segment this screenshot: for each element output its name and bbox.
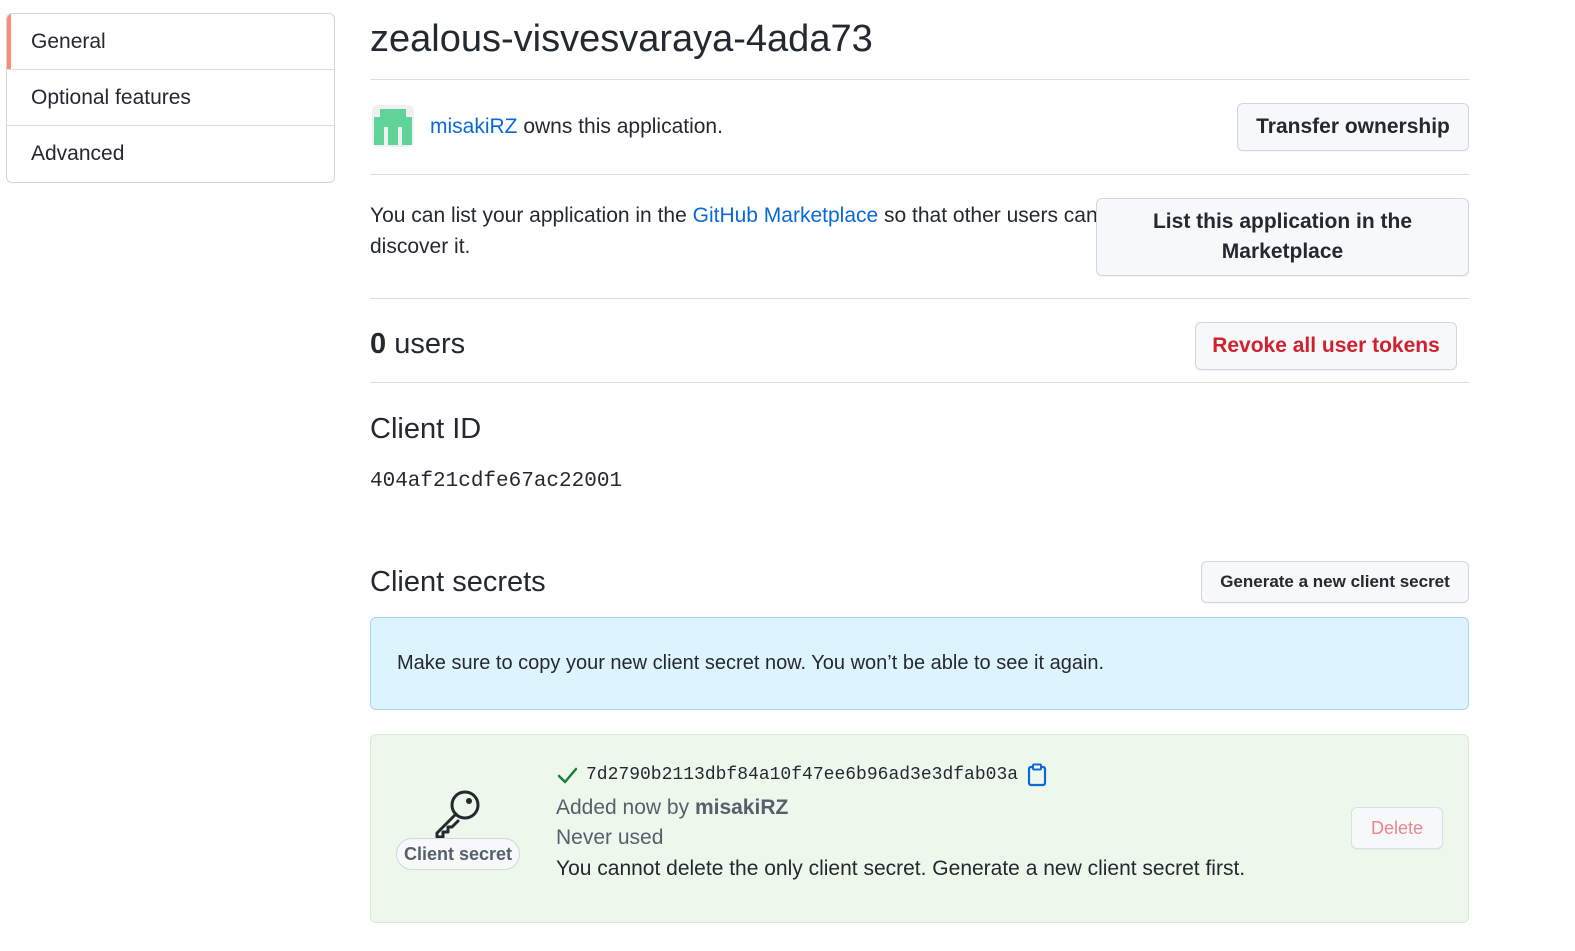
list-in-marketplace-button[interactable]: List this application in the Marketplace bbox=[1096, 198, 1469, 276]
transfer-ownership-button[interactable]: Transfer ownership bbox=[1237, 103, 1469, 151]
marketplace-description: You can list your application in the Git… bbox=[370, 200, 1100, 262]
owner-statement: misakiRZ owns this application. bbox=[430, 115, 723, 139]
owner-section: misakiRZ owns this application. Transfer… bbox=[370, 103, 1469, 153]
key-icon bbox=[435, 790, 480, 839]
client-id-value: 404af21cdfe67ac22001 bbox=[370, 470, 623, 493]
users-count: 0 users bbox=[370, 328, 465, 361]
github-marketplace-link[interactable]: GitHub Marketplace bbox=[693, 204, 879, 227]
client-id-heading: Client ID bbox=[370, 413, 482, 445]
sidebar-item-general[interactable]: General bbox=[7, 14, 334, 70]
sidebar-item-optional-features[interactable]: Optional features bbox=[7, 70, 334, 126]
settings-sidebar: General Optional features Advanced bbox=[6, 13, 335, 183]
client-secret-item: Client secret 7d2790b2113dbf84a10f47ee6b… bbox=[370, 734, 1469, 923]
sidebar-item-label: Advanced bbox=[31, 142, 125, 165]
users-count-label: users bbox=[386, 328, 466, 360]
check-icon bbox=[557, 767, 578, 784]
client-secret-badge: Client secret bbox=[396, 838, 520, 870]
added-prefix: Added now by bbox=[556, 796, 695, 819]
sidebar-item-label: General bbox=[31, 29, 106, 53]
generate-client-secret-button[interactable]: Generate a new client secret bbox=[1201, 561, 1469, 603]
secret-added-info: Added now by misakiRZ bbox=[556, 796, 788, 820]
client-secret-value: 7d2790b2113dbf84a10f47ee6b96ad3e3dfab03a bbox=[586, 765, 1019, 785]
owner-username-link[interactable]: misakiRZ bbox=[430, 115, 518, 138]
sidebar-item-advanced[interactable]: Advanced bbox=[7, 126, 334, 182]
divider bbox=[370, 79, 1469, 80]
marketplace-text-before: You can list your application in the bbox=[370, 204, 693, 227]
secret-value-row: 7d2790b2113dbf84a10f47ee6b96ad3e3dfab03a bbox=[556, 763, 1048, 787]
flash-message: Make sure to copy your new client secret… bbox=[397, 652, 1105, 674]
delete-secret-button[interactable]: Delete bbox=[1351, 807, 1443, 849]
users-count-number: 0 bbox=[370, 328, 387, 360]
secret-usage: Never used bbox=[556, 826, 664, 849]
sidebar-item-label: Optional features bbox=[31, 85, 191, 109]
divider bbox=[370, 298, 1469, 299]
revoke-all-user-tokens-button[interactable]: Revoke all user tokens bbox=[1195, 322, 1457, 370]
added-by-user: misakiRZ bbox=[694, 796, 789, 819]
divider bbox=[370, 382, 1469, 383]
divider bbox=[370, 174, 1469, 175]
copy-clipboard-icon[interactable] bbox=[1026, 763, 1048, 787]
client-secrets-heading: Client secrets bbox=[370, 566, 546, 598]
owner-suffix: owns this application. bbox=[517, 115, 723, 138]
flash-notice: Make sure to copy your new client secret… bbox=[370, 617, 1469, 710]
secret-delete-note: You cannot delete the only client secret… bbox=[556, 857, 1246, 880]
avatar[interactable] bbox=[372, 105, 414, 147]
identicon-icon bbox=[372, 105, 414, 147]
page-title: zealous-visvesvaraya-4ada73 bbox=[370, 18, 873, 60]
